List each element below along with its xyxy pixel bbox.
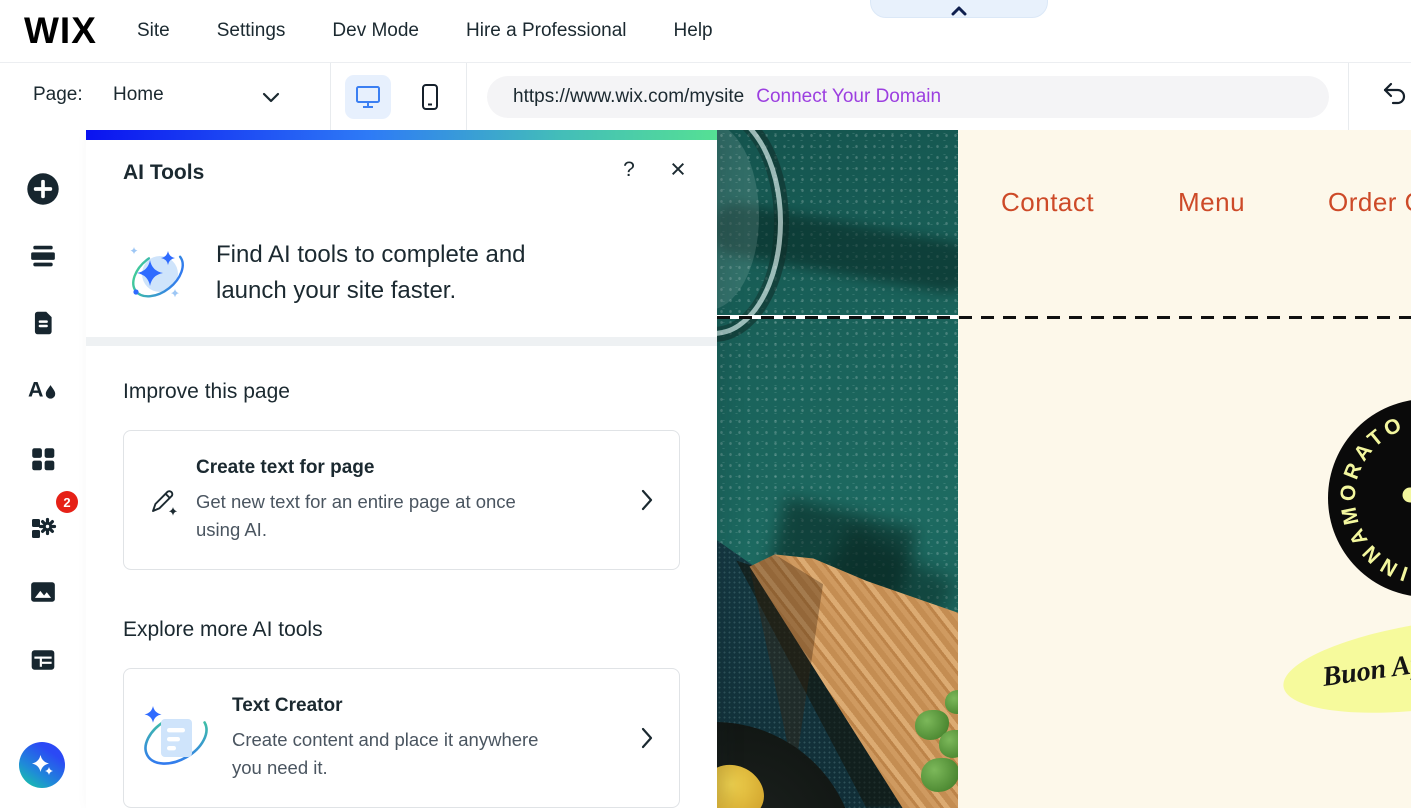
undo-button[interactable]	[1380, 80, 1411, 112]
panel-gradient-bar	[86, 130, 717, 140]
pages-menu-icon	[29, 309, 57, 337]
menu-item-settings[interactable]: Settings	[217, 20, 286, 42]
apps-icon	[29, 513, 57, 541]
text-creator-card[interactable]: Text Creator Create content and place it…	[123, 668, 680, 808]
section-heading-explore: Explore more AI tools	[123, 618, 323, 642]
panel-section-divider	[86, 337, 717, 346]
doc-sparkle-orbit-icon	[132, 697, 220, 781]
add-elements-icon	[26, 172, 60, 206]
panel-title: AI Tools	[123, 161, 204, 185]
top-menu-bar: WIX Site Settings Dev Mode Hire a Profes…	[0, 0, 1411, 63]
card-desc-line-2: you need it.	[232, 754, 538, 782]
site-design-icon: A	[28, 376, 58, 404]
chevron-right-icon	[641, 489, 653, 511]
innamorato-circle-badge: INNAMORATO · INNAMORATO ·	[1325, 398, 1411, 603]
app-market-icon	[29, 445, 57, 473]
mobile-view-button[interactable]	[407, 75, 453, 119]
content-manager-icon	[29, 647, 57, 673]
site-nav-menu[interactable]: Menu	[1178, 187, 1245, 218]
mobile-icon	[420, 83, 440, 111]
editor-toolbar: Page: Home https://www.wix.com/mysite Co…	[0, 63, 1411, 130]
glass-rim	[717, 130, 783, 336]
help-button[interactable]: ?	[616, 158, 642, 182]
chevron-up-icon	[951, 5, 967, 17]
card-desc-line-1: Get new text for an entire page at once	[196, 488, 516, 516]
card-desc: Get new text for an entire page at once …	[196, 488, 516, 544]
site-hero-photo	[717, 130, 958, 808]
sidebar-item-add-section[interactable]	[0, 242, 86, 270]
menu-item-hire-a-professional[interactable]: Hire a Professional	[466, 20, 627, 42]
ai-sparkle-icon	[28, 751, 56, 779]
panel-intro-text: Find AI tools to complete and launch you…	[216, 237, 636, 309]
parsley-leaf	[939, 730, 958, 758]
site-nav-order-online[interactable]: Order Online	[1328, 187, 1411, 218]
menu-item-site[interactable]: Site	[137, 20, 170, 42]
top-menu: Site Settings Dev Mode Hire a Profession…	[137, 0, 713, 62]
site-nav-contact[interactable]: Contact	[1001, 187, 1094, 218]
editor-left-sidebar: A	[0, 130, 86, 808]
sidebar-item-content-manager[interactable]	[0, 647, 86, 673]
pen-sparkle-icon	[146, 485, 180, 519]
chevron-down-icon[interactable]	[262, 92, 280, 103]
site-url: https://www.wix.com/mysite	[513, 86, 744, 108]
page-label: Page:	[33, 84, 83, 106]
card-title: Text Creator	[232, 695, 538, 717]
card-text: Create text for page Get new text for an…	[196, 457, 516, 544]
card-text: Text Creator Create content and place it…	[232, 695, 538, 782]
sidebar-item-site-design[interactable]: A	[0, 376, 86, 404]
divider	[466, 63, 467, 130]
section-heading-improve: Improve this page	[123, 380, 290, 404]
sidebar-item-app-market[interactable]	[0, 445, 86, 473]
sidebar-item-media[interactable]	[0, 579, 86, 605]
close-button[interactable]: ×	[664, 154, 692, 185]
ai-tools-panel: AI Tools ? ×	[86, 130, 717, 808]
card-desc-line-2: using AI.	[196, 516, 516, 544]
sidebar-item-ai-tools[interactable]	[19, 742, 65, 788]
media-icon	[29, 579, 57, 605]
undo-icon	[1380, 80, 1410, 110]
svg-text:A: A	[28, 377, 43, 401]
section-dashed-divider	[717, 316, 1411, 319]
desktop-icon	[354, 84, 382, 110]
ai-orbit-sparkle-icon	[124, 237, 194, 309]
sidebar-item-pages-menu[interactable]	[0, 309, 86, 337]
apps-notification-badge: 2	[56, 491, 78, 513]
card-title: Create text for page	[196, 457, 516, 479]
sidebar-item-add-elements[interactable]	[0, 172, 86, 206]
wix-logo[interactable]: WIX	[24, 10, 97, 52]
divider	[1348, 63, 1349, 130]
connect-domain-link[interactable]: Connect Your Domain	[756, 86, 941, 108]
create-text-for-page-card[interactable]: Create text for page Get new text for an…	[123, 430, 680, 570]
desktop-view-button[interactable]	[345, 75, 391, 119]
sidebar-item-apps[interactable]	[0, 513, 86, 541]
wix-editor-window: WIX Site Settings Dev Mode Hire a Profes…	[0, 0, 1411, 808]
card-desc-line-1: Create content and place it anywhere	[232, 726, 538, 754]
card-desc: Create content and place it anywhere you…	[232, 726, 538, 782]
divider	[330, 63, 331, 130]
chevron-right-icon	[641, 727, 653, 749]
panel-header: AI Tools ? ×	[86, 140, 717, 210]
intro-line-2: launch your site faster.	[216, 273, 636, 309]
add-section-icon	[28, 242, 58, 270]
page-selector[interactable]: Home	[113, 84, 164, 106]
menu-item-help[interactable]: Help	[674, 20, 713, 42]
site-url-bar[interactable]: https://www.wix.com/mysite Connect Your …	[487, 76, 1329, 118]
intro-line-1: Find AI tools to complete and	[216, 237, 636, 273]
panel-intro: Find AI tools to complete and launch you…	[86, 209, 717, 337]
menu-item-dev-mode[interactable]: Dev Mode	[332, 20, 419, 42]
sticker-text: Buon Appetito	[1320, 639, 1411, 694]
collapse-banner-pill[interactable]	[870, 0, 1048, 18]
parsley-leaf	[921, 758, 958, 792]
